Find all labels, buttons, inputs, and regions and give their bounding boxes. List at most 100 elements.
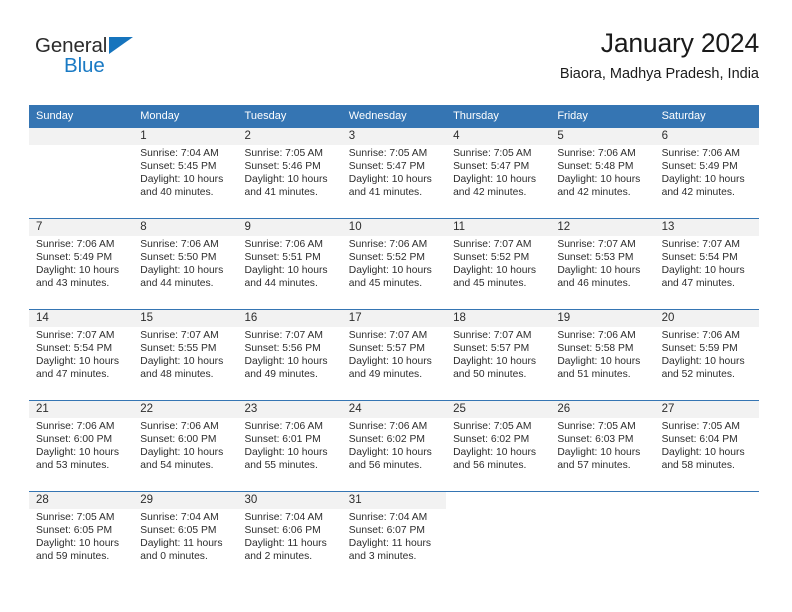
calendar-day-cell[interactable]: 24 Sunrise: 7:06 AM Sunset: 6:02 PM Dayligh… bbox=[341, 400, 447, 492]
calendar-day-cell[interactable]: 12 Sunrise: 7:07 AM Sunset: 5:53 PM Dayligh… bbox=[550, 218, 655, 310]
calendar-day-cell[interactable]: 13 Sunrise: 7:07 AM Sunset: 5:54 PM Dayligh… bbox=[654, 218, 759, 310]
calendar-day-cell[interactable]: 9 Sunrise: 7:06 AM Sunset: 5:51 PM Daylight… bbox=[237, 218, 342, 310]
calendar-day-cell[interactable]: 1 Sunrise: 7:04 AM Sunset: 5:45 PM Daylight… bbox=[133, 128, 238, 219]
sunrise-sunset-calendar: Sunday Monday Tuesday Wednesday Thursday… bbox=[29, 105, 759, 582]
daylight-duration-line2: and 42 minutes. bbox=[557, 186, 631, 198]
day-number bbox=[29, 128, 134, 145]
day-number: 2 bbox=[237, 128, 342, 145]
calendar-day-cell[interactable]: 11 Sunrise: 7:07 AM Sunset: 5:52 PM Dayligh… bbox=[446, 218, 551, 310]
weekday-header-saturday: Saturday bbox=[654, 105, 759, 128]
calendar-day-cell[interactable]: 18 Sunrise: 7:07 AM Sunset: 5:57 PM Dayligh… bbox=[446, 309, 551, 401]
sunrise-time: Sunrise: 7:06 AM bbox=[36, 239, 115, 250]
calendar-day-cell[interactable]: 17 Sunrise: 7:07 AM Sunset: 5:57 PM Dayligh… bbox=[341, 309, 447, 401]
calendar-day-cell[interactable]: 15 Sunrise: 7:07 AM Sunset: 5:55 PM Dayligh… bbox=[133, 309, 238, 401]
sunrise-time: Sunrise: 7:06 AM bbox=[36, 421, 115, 432]
calendar-day-cell[interactable]: 14 Sunrise: 7:07 AM Sunset: 5:54 PM Dayligh… bbox=[29, 309, 134, 401]
day-number: 27 bbox=[654, 401, 759, 418]
day-details: Sunrise: 7:05 AM Sunset: 5:47 PM Daylight:… bbox=[342, 145, 446, 200]
calendar-day-cell[interactable]: 25 Sunrise: 7:05 AM Sunset: 6:02 PM Dayligh… bbox=[446, 400, 551, 492]
calendar-day-cell[interactable]: 2 Sunrise: 7:05 AM Sunset: 5:46 PM Daylight… bbox=[237, 128, 342, 219]
calendar-day-cell[interactable]: 28 Sunrise: 7:05 AM Sunset: 6:05 PM Dayligh… bbox=[29, 491, 134, 582]
daylight-duration-line1: Daylight: 10 hours bbox=[557, 173, 641, 185]
calendar-day-cell[interactable]: 26 Sunrise: 7:05 AM Sunset: 6:03 PM Dayligh… bbox=[550, 400, 655, 492]
calendar-week-row: 7 Sunrise: 7:06 AM Sunset: 5:49 PM Daylight… bbox=[29, 218, 759, 310]
sunrise-time: Sunrise: 7:07 AM bbox=[557, 239, 636, 250]
sunset-time: Sunset: 6:06 PM bbox=[244, 524, 321, 536]
day-number: 4 bbox=[446, 128, 551, 145]
sunrise-time: Sunrise: 7:06 AM bbox=[244, 421, 323, 432]
day-number bbox=[550, 492, 654, 509]
daylight-duration-line2: and 46 minutes. bbox=[557, 277, 631, 289]
day-cell-inner: 29 Sunrise: 7:04 AM Sunset: 6:05 PM Dayligh… bbox=[133, 492, 238, 582]
calendar-day-cell[interactable]: 31 Sunrise: 7:04 AM Sunset: 6:07 PM Dayligh… bbox=[341, 491, 447, 582]
calendar-day-cell[interactable]: 27 Sunrise: 7:05 AM Sunset: 6:04 PM Dayligh… bbox=[654, 400, 759, 492]
daylight-duration-line1: Daylight: 10 hours bbox=[36, 446, 119, 458]
day-cell-inner: 1 Sunrise: 7:04 AM Sunset: 5:45 PM Daylight… bbox=[133, 128, 238, 218]
day-number: 9 bbox=[237, 219, 342, 236]
page-subtitle: Biaora, Madhya Pradesh, India bbox=[559, 66, 759, 82]
calendar-day-cell-empty bbox=[550, 491, 655, 582]
day-number: 10 bbox=[341, 219, 447, 236]
daylight-duration-line1: Daylight: 10 hours bbox=[140, 173, 224, 185]
day-cell-inner: 26 Sunrise: 7:05 AM Sunset: 6:03 PM Dayligh… bbox=[550, 401, 655, 491]
day-details: Sunrise: 7:05 AM Sunset: 6:04 PM Daylight:… bbox=[655, 418, 759, 473]
calendar-day-cell[interactable]: 30 Sunrise: 7:04 AM Sunset: 6:06 PM Dayligh… bbox=[237, 491, 342, 582]
day-number: 30 bbox=[237, 492, 342, 509]
sunset-time: Sunset: 6:01 PM bbox=[244, 433, 321, 445]
day-number: 8 bbox=[133, 219, 238, 236]
weekday-header-wednesday: Wednesday bbox=[341, 105, 447, 128]
day-cell-inner: 9 Sunrise: 7:06 AM Sunset: 5:51 PM Daylight… bbox=[237, 219, 342, 309]
calendar-day-cell[interactable]: 6 Sunrise: 7:06 AM Sunset: 5:49 PM Daylight… bbox=[654, 128, 759, 219]
daylight-duration-line2: and 57 minutes. bbox=[557, 459, 631, 471]
calendar-day-cell[interactable]: 16 Sunrise: 7:07 AM Sunset: 5:56 PM Dayligh… bbox=[237, 309, 342, 401]
daylight-duration-line1: Daylight: 10 hours bbox=[36, 537, 119, 549]
day-cell-inner: 30 Sunrise: 7:04 AM Sunset: 6:06 PM Dayligh… bbox=[237, 492, 342, 582]
day-number bbox=[655, 492, 759, 509]
day-cell-inner: 28 Sunrise: 7:05 AM Sunset: 6:05 PM Dayligh… bbox=[29, 492, 134, 582]
day-number: 14 bbox=[29, 310, 134, 327]
daylight-duration-line2: and 50 minutes. bbox=[453, 368, 527, 380]
daylight-duration-line2: and 43 minutes. bbox=[36, 277, 110, 289]
sunset-time: Sunset: 5:46 PM bbox=[244, 160, 321, 172]
daylight-duration-line1: Daylight: 10 hours bbox=[453, 446, 537, 458]
day-cell-inner: 19 Sunrise: 7:06 AM Sunset: 5:58 PM Dayligh… bbox=[550, 310, 655, 400]
day-details: Sunrise: 7:06 AM Sunset: 6:01 PM Daylight:… bbox=[238, 418, 342, 473]
daylight-duration-line1: Daylight: 10 hours bbox=[244, 264, 328, 276]
calendar-day-cell[interactable]: 22 Sunrise: 7:06 AM Sunset: 6:00 PM Dayligh… bbox=[133, 400, 238, 492]
sunrise-time: Sunrise: 7:05 AM bbox=[661, 421, 741, 432]
sunset-time: Sunset: 6:05 PM bbox=[36, 524, 113, 536]
day-details: Sunrise: 7:06 AM Sunset: 6:00 PM Daylight:… bbox=[29, 418, 133, 473]
sunset-time: Sunset: 5:54 PM bbox=[36, 342, 113, 354]
day-cell-inner: 15 Sunrise: 7:07 AM Sunset: 5:55 PM Dayligh… bbox=[133, 310, 238, 400]
day-number: 6 bbox=[654, 128, 759, 145]
day-cell-inner bbox=[550, 492, 654, 582]
weekday-header-sunday: Sunday bbox=[29, 105, 134, 128]
daylight-duration-line1: Daylight: 11 hours bbox=[244, 537, 327, 549]
calendar-day-cell[interactable]: 5 Sunrise: 7:06 AM Sunset: 5:48 PM Daylight… bbox=[550, 128, 655, 219]
daylight-duration-line1: Daylight: 10 hours bbox=[557, 355, 641, 367]
sunrise-time: Sunrise: 7:05 AM bbox=[348, 148, 428, 159]
calendar-week-row: 14 Sunrise: 7:07 AM Sunset: 5:54 PM Dayligh… bbox=[29, 309, 759, 401]
sunrise-time: Sunrise: 7:06 AM bbox=[661, 148, 741, 159]
calendar-day-cell[interactable]: 7 Sunrise: 7:06 AM Sunset: 5:49 PM Daylight… bbox=[29, 218, 134, 310]
day-details: Sunrise: 7:07 AM Sunset: 5:53 PM Daylight:… bbox=[550, 236, 654, 291]
weekday-header-row: Sunday Monday Tuesday Wednesday Thursday… bbox=[29, 105, 759, 128]
day-cell-inner: 17 Sunrise: 7:07 AM Sunset: 5:57 PM Dayligh… bbox=[341, 310, 447, 400]
calendar-day-cell[interactable]: 8 Sunrise: 7:06 AM Sunset: 5:50 PM Daylight… bbox=[133, 218, 238, 310]
calendar-day-cell[interactable]: 23 Sunrise: 7:06 AM Sunset: 6:01 PM Dayligh… bbox=[237, 400, 342, 492]
sunset-time: Sunset: 5:57 PM bbox=[348, 342, 425, 354]
sunset-time: Sunset: 5:57 PM bbox=[453, 342, 530, 354]
sunrise-time: Sunrise: 7:04 AM bbox=[244, 512, 323, 523]
calendar-day-cell[interactable]: 10 Sunrise: 7:06 AM Sunset: 5:52 PM Dayligh… bbox=[341, 218, 447, 310]
brand-logo[interactable]: General Blue bbox=[35, 34, 165, 90]
calendar-day-cell[interactable]: 3 Sunrise: 7:05 AM Sunset: 5:47 PM Daylight… bbox=[341, 128, 447, 219]
calendar-day-cell[interactable]: 19 Sunrise: 7:06 AM Sunset: 5:58 PM Dayligh… bbox=[550, 309, 655, 401]
daylight-duration-line2: and 44 minutes. bbox=[244, 277, 318, 289]
calendar-day-cell[interactable]: 20 Sunrise: 7:06 AM Sunset: 5:59 PM Dayligh… bbox=[654, 309, 759, 401]
calendar-day-cell[interactable]: 29 Sunrise: 7:04 AM Sunset: 6:05 PM Dayligh… bbox=[133, 491, 238, 582]
day-number: 29 bbox=[133, 492, 238, 509]
calendar-day-cell[interactable]: 4 Sunrise: 7:05 AM Sunset: 5:47 PM Daylight… bbox=[446, 128, 551, 219]
calendar-day-cell[interactable]: 21 Sunrise: 7:06 AM Sunset: 6:00 PM Dayligh… bbox=[29, 400, 134, 492]
sunrise-time: Sunrise: 7:06 AM bbox=[140, 239, 219, 250]
daylight-duration-line2: and 49 minutes. bbox=[244, 368, 318, 380]
